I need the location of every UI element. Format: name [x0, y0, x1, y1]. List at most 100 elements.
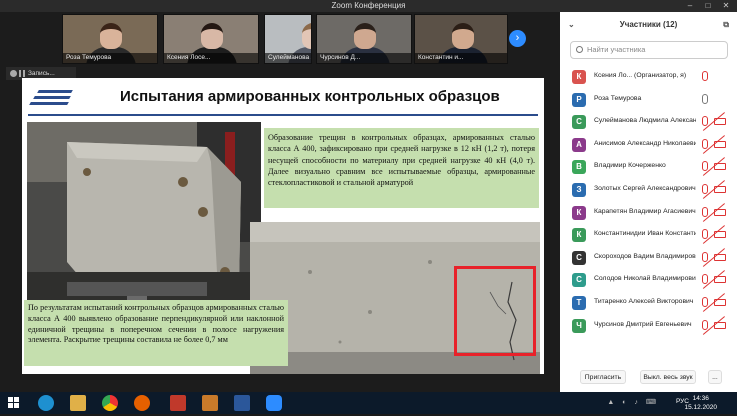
- thumbnail-name: Сулейманова Л...: [265, 53, 311, 63]
- mic-muted-icon: [702, 319, 708, 330]
- windows-taskbar: ▲ ◐ ♪ ⌨ РУС 14:36 15.12.2020: [0, 392, 737, 414]
- zoom-main-area: Роза Темурова Ксения Лосе... Сулейманова Л…: [0, 0, 560, 392]
- pause-icon[interactable]: [19, 70, 25, 77]
- participant-name: Анисимов Александр Николаевич: [594, 139, 696, 147]
- mic-muted-icon: [702, 229, 708, 240]
- participant-row[interactable]: К Ксения Ло... (Организатор, я): [560, 66, 737, 89]
- ie-icon[interactable]: [38, 395, 54, 411]
- avatar: З: [572, 182, 586, 197]
- avatar: В: [572, 160, 586, 175]
- participants-panel: ⌄ Участники (12) ⧉ Найти участника К Ксен…: [560, 12, 737, 392]
- archive-icon[interactable]: [202, 395, 218, 411]
- participant-face: [302, 23, 311, 49]
- participant-row[interactable]: С Скороходов Вадим Владимирови...: [560, 247, 737, 270]
- video-thumbnail[interactable]: Сулейманова Л...: [264, 14, 312, 64]
- participants-footer: Пригласить Выкл. весь звук ...: [560, 366, 737, 390]
- clock-time: 14:36: [692, 395, 709, 402]
- participant-row[interactable]: Т Титаренко Алексей Викторович: [560, 292, 737, 315]
- slide-caption-top: Образование трещин в контрольных образца…: [264, 128, 539, 208]
- minimize-icon[interactable]: –: [681, 0, 699, 12]
- video-thumbnail[interactable]: Чурсинов Д...: [316, 14, 412, 64]
- avatar: К: [572, 228, 586, 243]
- mic-muted-icon: [702, 296, 708, 307]
- crack-highlight-box: [454, 266, 536, 356]
- participant-row[interactable]: В Владимир Кочерженко: [560, 156, 737, 179]
- participant-name: Сулейманова Людмила Алексан...: [594, 117, 696, 125]
- participants-list: К Ксения Ло... (Организатор, я) Р Роза Тему…: [560, 66, 737, 337]
- avatar: К: [572, 205, 586, 220]
- window-titlebar: Zoom Конференция – □ ✕: [0, 0, 737, 12]
- close-icon[interactable]: ✕: [717, 0, 735, 12]
- participant-row[interactable]: З Золотых Сергей Александрович: [560, 179, 737, 202]
- video-thumbnails-strip: Роза Темурова Ксения Лосе... Сулейманова Л…: [0, 12, 560, 66]
- mic-icon: [702, 93, 708, 104]
- video-thumbnail[interactable]: Роза Темурова: [62, 14, 158, 64]
- participant-name: Солодов Николай Владимирович: [594, 275, 696, 283]
- recording-label: Запись...: [28, 70, 55, 77]
- participant-name: Чурсинов Дмитрий Евгеньевич: [594, 320, 692, 328]
- maximize-icon[interactable]: □: [699, 0, 717, 12]
- participant-row[interactable]: Ч Чурсинов Дмитрий Евгеньевич: [560, 315, 737, 338]
- participant-row[interactable]: Р Роза Темурова: [560, 89, 737, 112]
- word-icon[interactable]: [234, 395, 250, 411]
- participant-name: Титаренко Алексей Викторович: [594, 297, 694, 305]
- clock[interactable]: 14:36 15.12.2020: [684, 394, 717, 412]
- participant-name: Владимир Кочерженко: [594, 162, 666, 170]
- thumbnail-name: Роза Темурова: [63, 53, 157, 63]
- clock-date: 15.12.2020: [684, 404, 717, 411]
- mic-muted-icon: [702, 251, 708, 262]
- mic-muted-icon: [702, 71, 708, 81]
- mute-all-button[interactable]: Выкл. весь звук: [640, 370, 696, 384]
- participant-row[interactable]: К Константинидии Иван Константин...: [560, 224, 737, 247]
- participant-name: Роза Темурова: [594, 94, 642, 102]
- file-explorer-icon[interactable]: [70, 395, 86, 411]
- chrome-icon[interactable]: [102, 395, 118, 411]
- search-placeholder: Найти участника: [587, 45, 646, 54]
- participant-face: [452, 23, 474, 49]
- zoom-taskbar-icon[interactable]: [266, 395, 282, 411]
- mic-muted-icon: [702, 138, 708, 149]
- app-icon[interactable]: [170, 395, 186, 411]
- popout-icon[interactable]: ⧉: [723, 20, 729, 30]
- participant-name: Ксения Ло... (Организатор, я): [594, 72, 687, 79]
- thumbnail-name: Ксения Лосе...: [164, 53, 258, 63]
- next-page-button[interactable]: ›: [509, 30, 526, 47]
- video-thumbnail[interactable]: Константин и...: [414, 14, 508, 64]
- slide-logo: [28, 88, 76, 108]
- avatar: А: [572, 137, 586, 152]
- participant-search-input[interactable]: Найти участника: [570, 41, 728, 59]
- firefox-icon[interactable]: [134, 395, 150, 411]
- invite-button[interactable]: Пригласить: [580, 370, 626, 384]
- avatar: Т: [572, 295, 586, 310]
- participants-header: ⌄ Участники (12) ⧉: [560, 20, 737, 29]
- participant-face: [354, 23, 376, 49]
- participant-face: [100, 23, 122, 49]
- thumbnail-name: Чурсинов Д...: [317, 53, 411, 63]
- avatar: С: [572, 115, 586, 130]
- chevron-down-icon[interactable]: ⌄: [568, 20, 575, 29]
- slide-caption-bottom: По результатам испытаний контрольных обр…: [24, 300, 288, 366]
- participant-row[interactable]: К Карапетян Владимир Агасиевич: [560, 202, 737, 225]
- window-title: Zoom Конференция: [331, 1, 406, 10]
- avatar: С: [572, 273, 586, 288]
- participant-name: Карапетян Владимир Агасиевич: [594, 207, 696, 215]
- system-tray[interactable]: ▲ ◐ ♪ ⌨: [607, 398, 659, 406]
- slide-title: Испытания армированных контрольных образ…: [120, 88, 500, 105]
- participant-name: Скороходов Вадим Владимирови...: [594, 252, 696, 260]
- participant-face: [201, 23, 223, 49]
- participant-name: Золотых Сергей Александрович: [594, 184, 696, 192]
- avatar: Ч: [572, 318, 586, 333]
- windows-start-button[interactable]: [0, 392, 28, 414]
- participants-title: Участники (12): [619, 20, 678, 29]
- participant-row[interactable]: А Анисимов Александр Николаевич: [560, 134, 737, 157]
- record-icon: [10, 70, 17, 77]
- avatar: Р: [572, 92, 586, 107]
- video-thumbnail[interactable]: Ксения Лосе...: [163, 14, 259, 64]
- participant-row[interactable]: С Сулейманова Людмила Алексан...: [560, 111, 737, 134]
- avatar: С: [572, 250, 586, 265]
- participant-row[interactable]: С Солодов Николай Владимирович: [560, 269, 737, 292]
- search-icon: [576, 46, 583, 53]
- participant-name: Константинидии Иван Константин...: [594, 230, 696, 238]
- more-button[interactable]: ...: [708, 370, 722, 384]
- mic-muted-icon: [702, 183, 708, 194]
